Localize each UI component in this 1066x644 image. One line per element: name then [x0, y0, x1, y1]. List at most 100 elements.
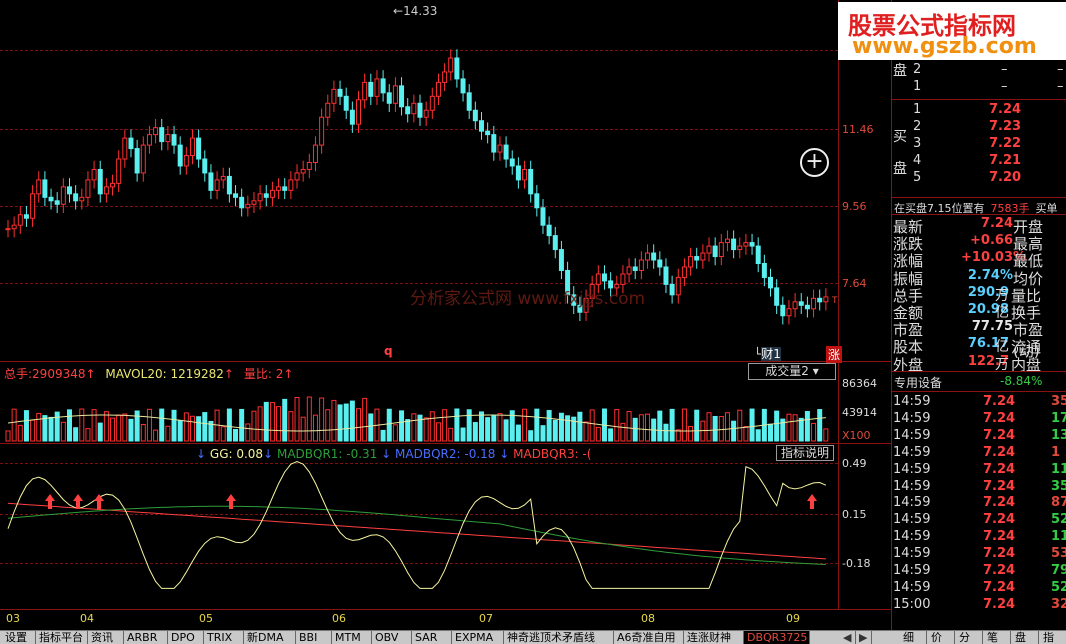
quote-value: +10.03%: [961, 250, 1027, 266]
volume-bar: [534, 408, 540, 442]
indicator-tab[interactable]: 神奇逃顶术矛盾线: [504, 631, 614, 644]
madbqr1-value: MADBQR1: -0.31: [276, 447, 378, 461]
volume-bar: [134, 410, 140, 442]
right-panel-tab[interactable]: 指: [1040, 631, 1066, 644]
orderbook-extra: –: [1057, 62, 1064, 77]
right-panel-tab[interactable]: 价: [928, 631, 955, 644]
right-panel-tab[interactable]: 盘: [1012, 631, 1039, 644]
orderbook-buy-row[interactable]: 2 7.23: [893, 119, 1066, 136]
candle-body: [251, 200, 257, 205]
right-panel-tab[interactable]: 笔: [984, 631, 1011, 644]
candle-body: [817, 297, 823, 303]
candle-body: [798, 301, 804, 306]
volume-bar: [54, 411, 60, 442]
candle-body: [177, 144, 183, 167]
volume-bar: [577, 411, 583, 442]
zoom-in-button[interactable]: +: [800, 148, 829, 177]
orderbook-sell-row[interactable]: 1 – –: [893, 79, 1066, 96]
sector-row[interactable]: 专用设备 -8.84%: [894, 374, 1066, 391]
indicator-tab[interactable]: 资讯: [88, 631, 124, 644]
price-tick: 9.56: [842, 200, 867, 213]
tick-row: 14:59 7.24 87: [893, 495, 1066, 512]
volume-bar: [435, 422, 441, 442]
tick-row: 14:59 7.24 1: [893, 445, 1066, 462]
volume-bar: [233, 429, 239, 442]
tick-row: 14:59 7.24 53: [893, 546, 1066, 563]
candle-body: [620, 273, 626, 285]
tick-price: 7.24: [983, 478, 1016, 494]
indicator-tick: 0.15: [842, 508, 867, 521]
candle-body: [448, 57, 454, 73]
orderbook-sell-row[interactable]: 2 – –: [893, 62, 1066, 79]
right-panel-tab[interactable]: 细: [900, 631, 927, 644]
tick-row: 14:59 7.24 35: [893, 479, 1066, 496]
tick-time: 14:59: [893, 461, 931, 477]
orderbook-buy-row[interactable]: 4 7.21: [893, 153, 1066, 170]
month-label: 07: [479, 612, 493, 625]
candle-body: [460, 78, 466, 94]
candle-body: [651, 252, 657, 261]
candle-body: [522, 168, 528, 181]
madbqr2-value: MADBQR2: -0.18: [395, 447, 496, 461]
candle-body: [786, 308, 792, 317]
orderbook-price: 7.22: [989, 136, 1022, 151]
candle-body: [700, 252, 706, 261]
indicator-tab[interactable]: 新DMA: [244, 631, 296, 644]
indicator-tab[interactable]: TRIX: [204, 631, 244, 644]
indicator-tab[interactable]: 设置: [2, 631, 36, 644]
volume-bar: [755, 429, 761, 442]
tick-row: 14:59 7.24 79: [893, 563, 1066, 580]
indicator-tab[interactable]: DBQR3725: [744, 631, 810, 644]
orderbook-buy-row[interactable]: 1 7.24: [893, 102, 1066, 119]
candle-body: [503, 144, 509, 160]
quote-divider: [891, 214, 1066, 215]
indicator-tab[interactable]: SAR: [412, 631, 452, 644]
indicator-tab[interactable]: EXPMA: [452, 631, 504, 644]
volume-bar: [251, 410, 257, 442]
indicator-tab[interactable]: ARBR: [124, 631, 168, 644]
tab-scroll-left-icon[interactable]: ◀: [840, 631, 856, 644]
volume-bar: [528, 430, 534, 442]
indicator-tab[interactable]: 连涨财神: [684, 631, 744, 644]
candle-body: [792, 301, 798, 310]
candle-body: [220, 175, 226, 181]
indicator-tab[interactable]: 指标平台: [36, 631, 88, 644]
indicator-tab[interactable]: DPO: [168, 631, 204, 644]
high-price-marker: ←14.33: [393, 4, 438, 18]
tick-price: 7.24: [983, 529, 1016, 545]
indicator-tab[interactable]: A6奇准自用: [614, 631, 684, 644]
tick-price: 7.24: [983, 596, 1016, 612]
site-logo: 股票公式指标网 www.gszb.com: [838, 2, 1066, 60]
candle-body: [392, 85, 398, 104]
right-panel-tab[interactable]: 分: [956, 631, 983, 644]
tick-price: 7.24: [983, 427, 1016, 443]
candle-body: [196, 137, 202, 160]
tick-volume: 117: [1051, 461, 1066, 477]
volume-bar: [823, 428, 829, 442]
candle-body: [472, 109, 478, 122]
indicator-tab[interactable]: MTM: [332, 631, 372, 644]
volume-bar: [128, 418, 134, 442]
indicator-help-button[interactable]: 指标说明: [776, 445, 834, 461]
candle-body: [663, 266, 669, 285]
volume-tick: 86364: [842, 377, 877, 390]
volume-indicator-selector[interactable]: 成交量2 ▾: [748, 363, 836, 380]
tick-price: 7.24: [983, 495, 1016, 511]
tab-scroll-right-icon[interactable]: ▶: [856, 631, 872, 644]
volume-bar: [331, 399, 337, 442]
month-label: 03: [6, 612, 20, 625]
month-label: 06: [332, 612, 346, 625]
indicator-tab[interactable]: OBV: [372, 631, 412, 644]
orderbook-buy-row[interactable]: 5 7.20: [893, 170, 1066, 187]
orderbook-buy-row[interactable]: 3 7.22: [893, 136, 1066, 153]
candle-body: [368, 81, 374, 97]
candle-body: [823, 296, 829, 303]
candle-body: [233, 193, 239, 198]
indicator-tab[interactable]: BBI: [296, 631, 332, 644]
volume-bar: [239, 408, 245, 442]
volume-bar: [472, 422, 478, 442]
volume-bar: [220, 426, 226, 442]
candle-body: [466, 92, 472, 111]
candle-body: [23, 214, 29, 219]
volume-ratio-label: 量比:: [243, 367, 272, 381]
